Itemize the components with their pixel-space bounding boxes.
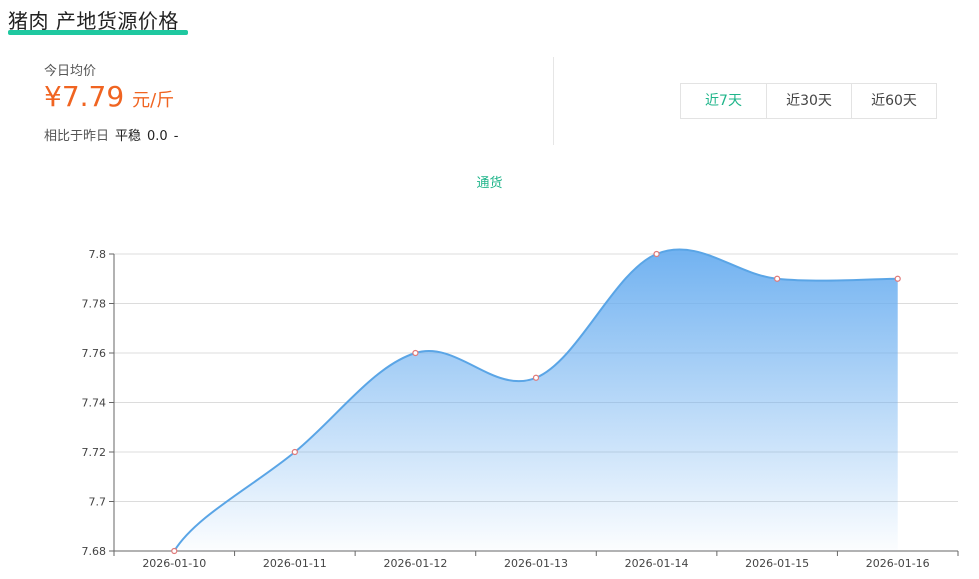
- y-tick-label: 7.76: [82, 347, 107, 360]
- y-tick-label: 7.78: [82, 298, 107, 311]
- data-point: [532, 374, 540, 381]
- x-tick-label: 2026-01-11: [263, 557, 327, 570]
- data-point: [653, 250, 660, 258]
- x-tick-label: 2026-01-12: [383, 557, 447, 570]
- x-tick-label: 2026-01-16: [866, 557, 930, 570]
- data-point: [171, 547, 178, 555]
- series-area: [174, 249, 898, 551]
- data-point: [894, 275, 901, 282]
- price-chart: 7.68 7.7 7.72 7.74 7.76 7.78 7.8 2026-01-10 2026…: [82, 248, 959, 570]
- y-tick-label: 7.72: [82, 446, 107, 459]
- x-tick-label: 2026-01-10: [142, 557, 206, 570]
- x-tick-label: 2026-01-15: [745, 557, 809, 570]
- y-tick-label: 7.74: [82, 397, 107, 410]
- y-tick-label: 7.68: [82, 545, 107, 558]
- x-tick-label: 2026-01-13: [504, 557, 568, 570]
- y-tick-label: 7.7: [89, 496, 107, 509]
- data-point: [412, 349, 419, 357]
- x-tick-label: 2026-01-14: [625, 557, 689, 570]
- data-point: [291, 448, 298, 456]
- y-tick-label: 7.8: [89, 248, 107, 261]
- data-point: [774, 275, 781, 282]
